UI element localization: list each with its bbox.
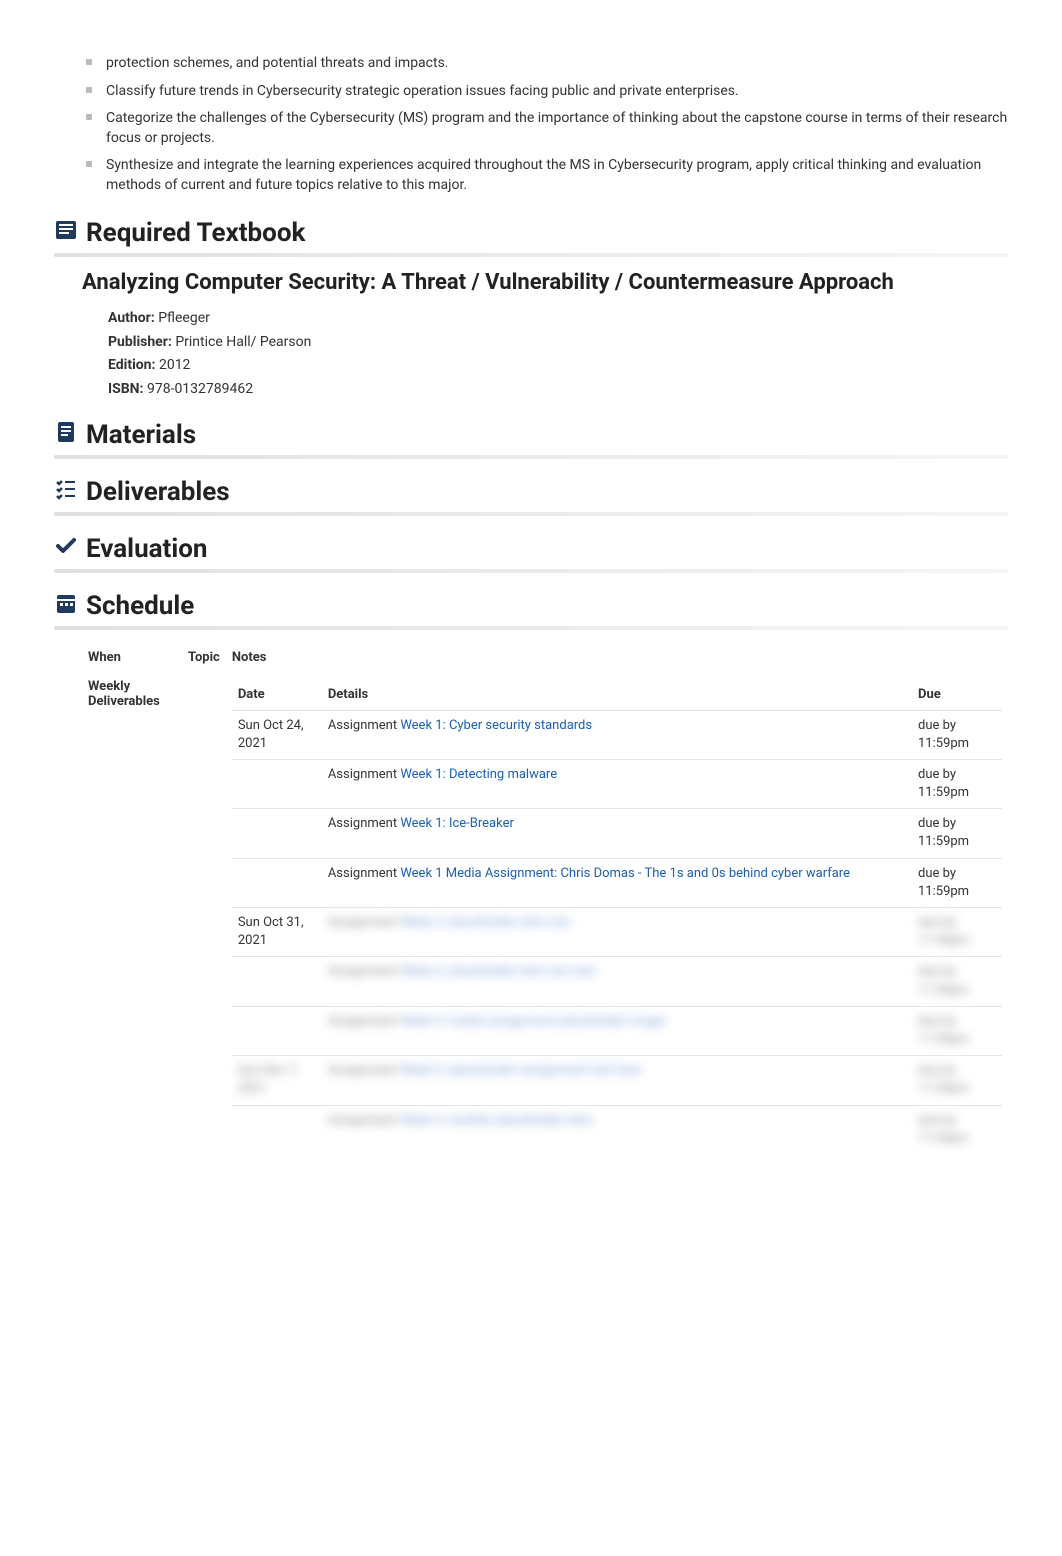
assignment-type: Assignment	[328, 866, 401, 881]
assignment-type: Assignment	[328, 1063, 401, 1078]
col-details: Details	[322, 679, 912, 711]
assignment-row: Sun Nov 7, 2021Assignment Week 3: placeh…	[232, 1056, 1002, 1105]
details-cell: Assignment Week 2: placeholder item two …	[322, 957, 912, 1006]
evaluation-section-heading: Evaluation	[54, 534, 1008, 565]
details-cell: Assignment Week 1: Detecting malware	[322, 759, 912, 808]
details-cell: Assignment Week 2: placeholder item one	[322, 908, 912, 957]
textbook-title: Analyzing Computer Security: A Threat / …	[82, 269, 1008, 298]
assignment-row: Assignment Week 2: placeholder item two …	[232, 957, 1002, 1006]
due-cell: due by 11:59pm	[912, 809, 1002, 858]
details-cell: Assignment Week 3: placeholder assignmen…	[322, 1056, 912, 1105]
assignment-type: Assignment	[328, 1014, 401, 1029]
section-divider	[54, 253, 1008, 257]
outcomes-list: protection schemes, and potential threat…	[54, 50, 1008, 200]
assignment-link: Week 3: placeholder assignment text here	[400, 1063, 641, 1078]
assignment-row: Assignment Week 2: media assignment plac…	[232, 1006, 1002, 1055]
date-cell: Sun Oct 31, 2021	[232, 908, 322, 957]
section-divider	[54, 512, 1008, 516]
textbook-edition: Edition: 2012	[108, 354, 1008, 378]
assignment-link[interactable]: Week 1: Detecting malware	[400, 767, 557, 782]
assignment-link: Week 2: media assignment placeholder lon…	[400, 1014, 666, 1029]
assignment-row: Assignment Week 1: Ice-Breakerdue by 11:…	[232, 809, 1002, 858]
textbook-publisher: Publisher: Printice Hall/ Pearson	[108, 331, 1008, 355]
outcome-item: Classify future trends in Cybersecurity …	[86, 78, 1008, 106]
assignment-type: Assignment	[328, 816, 401, 831]
section-divider	[54, 626, 1008, 630]
date-cell	[232, 1105, 322, 1154]
heading-text: Evaluation	[86, 534, 207, 564]
col-date: Date	[232, 679, 322, 711]
due-cell: due by 11:59pm	[912, 858, 1002, 907]
col-when: When	[82, 642, 182, 673]
due-cell: due by 11:59pm	[912, 957, 1002, 1006]
due-cell: due by 11:59pm	[912, 908, 1002, 957]
date-cell	[232, 858, 322, 907]
assignment-link[interactable]: Week 1: Ice-Breaker	[400, 816, 514, 831]
heading-text: Schedule	[86, 591, 194, 621]
outcome-item: Synthesize and integrate the learning ex…	[86, 152, 1008, 199]
heading-text: Materials	[86, 420, 196, 450]
due-cell: due by 11:59pm	[912, 710, 1002, 759]
details-cell: Assignment Week 1 Media Assignment: Chri…	[322, 858, 912, 907]
textbook-section-heading: Required Textbook	[54, 218, 1008, 249]
date-cell: Sun Nov 7, 2021	[232, 1056, 322, 1105]
assignment-type: Assignment	[328, 1113, 401, 1128]
document-icon	[54, 420, 78, 451]
details-cell: Assignment Week 1: Cyber security standa…	[322, 710, 912, 759]
due-cell: due by 11:59pm	[912, 1056, 1002, 1105]
check-icon	[54, 534, 78, 565]
heading-text: Required Textbook	[86, 218, 305, 248]
checklist-icon	[54, 477, 78, 508]
assignment-link[interactable]: Week 1: Cyber security standards	[400, 718, 592, 733]
assignment-row: Assignment Week 3: another placeholder i…	[232, 1105, 1002, 1154]
date-cell	[232, 1006, 322, 1055]
date-cell	[232, 809, 322, 858]
assignment-link: Week 2: placeholder item two text	[400, 964, 595, 979]
deliverables-section-heading: Deliverables	[54, 477, 1008, 508]
section-divider	[54, 455, 1008, 459]
outcome-item: protection schemes, and potential threat…	[86, 50, 1008, 78]
section-divider	[54, 569, 1008, 573]
assignment-row: Sun Oct 31, 2021Assignment Week 2: place…	[232, 908, 1002, 957]
textbook-author: Author: Pfleeger	[108, 307, 1008, 331]
deliverables-inner-table: Date Details Due Sun Oct 24, 2021Assignm…	[232, 679, 1002, 1154]
details-cell: Assignment Week 1: Ice-Breaker	[322, 809, 912, 858]
schedule-section-heading: Schedule	[54, 591, 1008, 622]
heading-text: Deliverables	[86, 477, 230, 507]
calendar-icon	[54, 591, 78, 622]
col-due: Due	[912, 679, 1002, 711]
due-cell: due by 11:59pm	[912, 759, 1002, 808]
assignment-type: Assignment	[328, 964, 401, 979]
date-cell: Sun Oct 24, 2021	[232, 710, 322, 759]
book-icon	[54, 218, 78, 249]
assignment-type: Assignment	[328, 767, 401, 782]
assignment-link[interactable]: Week 1 Media Assignment: Chris Domas - T…	[400, 866, 850, 881]
date-cell	[232, 759, 322, 808]
weekly-deliverables-label: Weekly Deliverables	[82, 673, 182, 1160]
materials-section-heading: Materials	[54, 420, 1008, 451]
col-topic: Topic	[182, 642, 226, 673]
textbook-details: Analyzing Computer Security: A Threat / …	[54, 269, 1008, 402]
assignment-row: Assignment Week 1: Detecting malwaredue …	[232, 759, 1002, 808]
outcome-item: Categorize the challenges of the Cyberse…	[86, 105, 1008, 152]
schedule-table: When Topic Notes Weekly Deliverables Dat…	[82, 642, 1008, 1160]
textbook-isbn: ISBN: 978-0132789462	[108, 378, 1008, 402]
date-cell	[232, 957, 322, 1006]
due-cell: due by 11:59pm	[912, 1105, 1002, 1154]
details-cell: Assignment Week 2: media assignment plac…	[322, 1006, 912, 1055]
details-cell: Assignment Week 3: another placeholder i…	[322, 1105, 912, 1154]
assignment-link: Week 3: another placeholder item	[400, 1113, 593, 1128]
assignment-row: Sun Oct 24, 2021Assignment Week 1: Cyber…	[232, 710, 1002, 759]
col-notes: Notes	[226, 642, 1008, 673]
assignment-type: Assignment	[328, 718, 401, 733]
schedule-row: Weekly Deliverables Date Details Due Sun…	[82, 673, 1008, 1160]
due-cell: due by 11:59pm	[912, 1006, 1002, 1055]
assignment-link: Week 2: placeholder item one	[400, 915, 570, 930]
assignment-type: Assignment	[328, 915, 401, 930]
assignment-row: Assignment Week 1 Media Assignment: Chri…	[232, 858, 1002, 907]
